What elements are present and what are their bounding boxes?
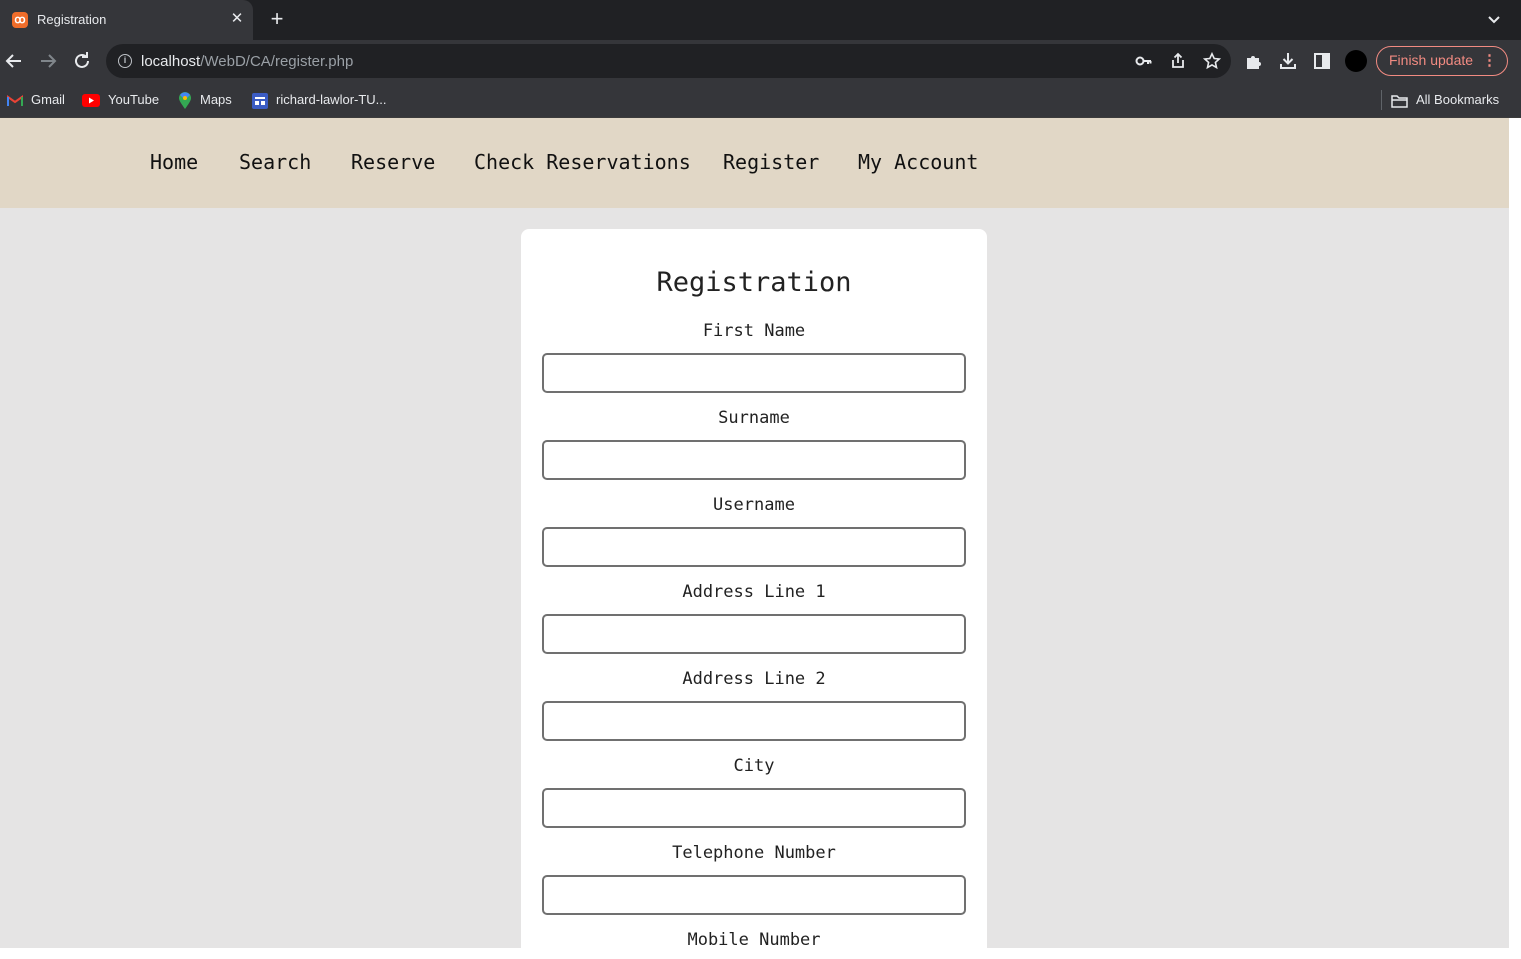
registration-form-card: Registration First Name Surname Username… (521, 229, 987, 959)
all-bookmarks-button[interactable]: All Bookmarks (1391, 91, 1499, 109)
bookmarks-divider (1381, 90, 1382, 110)
bookmark-gmail[interactable]: Gmail (7, 91, 65, 109)
nav-my-account[interactable]: My Account (858, 150, 978, 174)
forward-arrow-icon[interactable] (37, 50, 59, 72)
finish-update-button[interactable]: Finish update ⋮ (1376, 46, 1508, 76)
city-label: City (733, 756, 775, 776)
finish-update-label: Finish update (1389, 52, 1474, 68)
surname-label: Surname (718, 408, 790, 428)
reload-icon[interactable] (71, 50, 93, 72)
bookmark-label: Maps (200, 92, 232, 107)
site-icon (252, 92, 268, 109)
address-bar[interactable]: i localhost/WebD/CA/register.php (106, 44, 1231, 78)
key-icon[interactable] (1135, 52, 1153, 70)
side-panel-icon[interactable] (1311, 50, 1333, 72)
xampp-favicon-icon: ꝏ (12, 12, 28, 28)
address-line-2-label: Address Line 2 (682, 669, 826, 689)
nav-search[interactable]: Search (239, 150, 311, 174)
page-viewport: Home Search Reserve Check Reservations R… (0, 118, 1521, 959)
address-line-1-input[interactable] (542, 614, 966, 654)
bookmark-label: richard-lawlor-TU... (276, 92, 387, 107)
browser-tab-strip: ꝏ Registration ✕ + (0, 0, 1521, 40)
browser-toolbar: i localhost/WebD/CA/register.php Finish … (0, 40, 1521, 82)
new-tab-icon[interactable]: + (266, 8, 288, 30)
bookmark-star-icon[interactable] (1203, 52, 1221, 70)
window-bottom-edge (0, 948, 1521, 953)
url-text[interactable]: localhost/WebD/CA/register.php (141, 53, 353, 70)
chevron-down-icon[interactable] (1484, 10, 1504, 30)
url-path: /WebD/CA/register.php (200, 53, 354, 70)
bookmarks-bar: Gmail YouTube Maps richard-lawlor-TU... … (0, 82, 1521, 118)
nav-reserve[interactable]: Reserve (351, 150, 435, 174)
telephone-number-input[interactable] (542, 875, 966, 915)
close-tab-icon[interactable]: ✕ (228, 10, 246, 28)
username-label: Username (713, 495, 795, 515)
all-bookmarks-label: All Bookmarks (1416, 92, 1500, 107)
form-title: Registration (656, 267, 852, 298)
mobile-number-label: Mobile Number (687, 930, 821, 950)
first-name-label: First Name (702, 321, 806, 341)
first-name-input[interactable] (542, 353, 966, 393)
nav-register[interactable]: Register (723, 150, 819, 174)
share-icon[interactable] (1169, 52, 1187, 70)
back-arrow-icon[interactable] (3, 50, 25, 72)
address-line-2-input[interactable] (542, 701, 966, 741)
address-line-1-label: Address Line 1 (682, 582, 826, 602)
nav-home[interactable]: Home (150, 150, 198, 174)
bookmark-richard-lawlor[interactable]: richard-lawlor-TU... (252, 91, 387, 109)
more-menu-icon[interactable]: ⋮ (1482, 47, 1497, 74)
surname-input[interactable] (542, 440, 966, 480)
bookmark-maps[interactable]: Maps (178, 91, 232, 109)
youtube-icon (82, 94, 100, 108)
gmail-icon (7, 94, 23, 106)
url-host: localhost (141, 53, 201, 70)
bookmark-label: Gmail (31, 92, 65, 107)
telephone-number-label: Telephone Number (672, 843, 836, 863)
username-input[interactable] (542, 527, 966, 567)
tab-title: Registration (37, 12, 107, 27)
maps-icon (179, 91, 191, 109)
download-icon[interactable] (1277, 50, 1299, 72)
site-navbar: Home Search Reserve Check Reservations R… (0, 118, 1509, 208)
folder-icon (1391, 94, 1408, 108)
bookmark-label: YouTube (108, 92, 160, 107)
site-info-icon[interactable]: i (118, 54, 132, 68)
profile-avatar[interactable] (1345, 50, 1367, 72)
nav-check-reservations[interactable]: Check Reservations (474, 150, 691, 174)
city-input[interactable] (542, 788, 966, 828)
scrollbar[interactable] (1509, 118, 1521, 953)
extensions-icon[interactable] (1243, 50, 1265, 72)
bookmark-youtube[interactable]: YouTube (82, 91, 159, 109)
browser-tab[interactable]: ꝏ Registration ✕ (0, 0, 253, 40)
